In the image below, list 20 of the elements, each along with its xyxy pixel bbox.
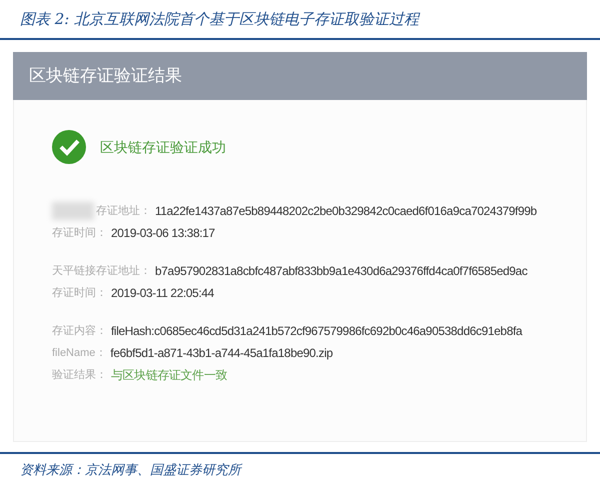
field-value: fileHash:c0685ec46cd5d31a241b572cf967579986fc692b0c46a90538dd6c91eb8fa <box>111 323 522 340</box>
field-label: 存证时间： <box>52 286 107 301</box>
check-circle-icon <box>52 130 86 164</box>
field-label: 验证结果： <box>52 368 107 383</box>
status-message: 区块链存证验证成功 <box>100 138 226 156</box>
field-label: 存证地址： <box>96 204 151 219</box>
field-value: 2019-03-06 13:38:17 <box>111 225 215 242</box>
field-label: 存证内容： <box>52 324 107 339</box>
field-label: 天平链接存证地址： <box>52 264 151 279</box>
figure-title: 图表 2: 北京互联网法院首个基于区块链电子存证取验证过程 <box>20 10 420 28</box>
field-label: fileName： <box>52 346 106 361</box>
field-value: b7a957902831a8cbfc487abf833bb9a1e430d6a29376ffd4ca0f7f6585ed9ac <box>155 263 528 280</box>
field-value: 与区块链存证文件一致 <box>111 367 228 384</box>
source-note: 资料来源：京法网事、国盛证券研究所 <box>20 463 241 478</box>
blurred-label <box>52 202 94 220</box>
field-value: 2019-03-11 22:05:44 <box>111 285 214 302</box>
field-value: fe6bf5d1-a871-43b1-a744-45a1fa18be90.zip <box>110 345 333 362</box>
panel-header: 区块链存证验证结果 <box>13 52 587 100</box>
field-value: 11a22fe1437a87e5b89448202c2be0b329842c0caed6f016a9ca7024379f99b <box>155 203 537 220</box>
field-label: 存证时间： <box>52 226 107 241</box>
